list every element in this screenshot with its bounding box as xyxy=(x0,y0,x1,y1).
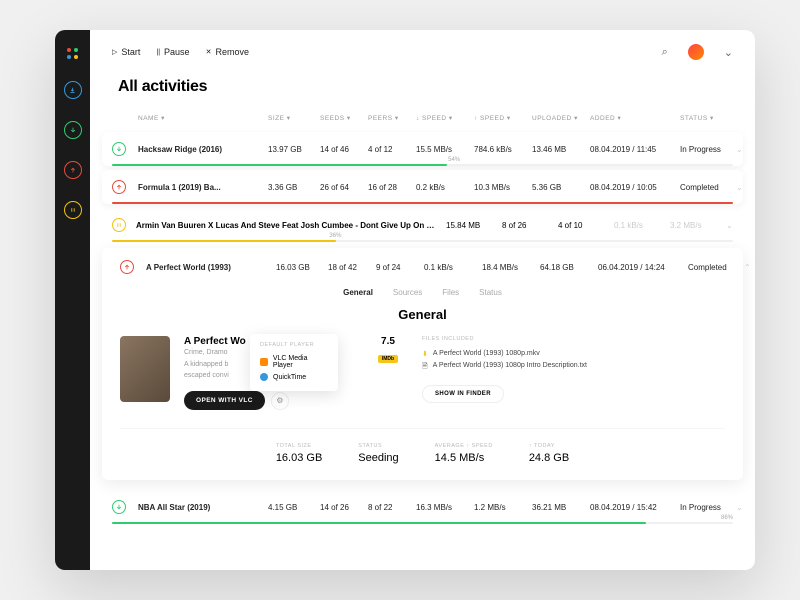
col-peers[interactable]: PEERS ▾ xyxy=(368,114,416,122)
table-row[interactable]: Hacksaw Ridge (2016) 13.97 GB 14 of 46 4… xyxy=(102,132,743,166)
chevron-down-icon[interactable]: ⌄ xyxy=(736,145,748,154)
col-size[interactable]: SIZE ▾ xyxy=(268,114,320,122)
pause-button[interactable]: ||Pause xyxy=(156,47,189,57)
gear-icon[interactable]: ⚙ xyxy=(271,392,289,410)
nav-all-icon[interactable] xyxy=(64,81,82,99)
nav-upload-icon[interactable] xyxy=(64,161,82,179)
detail-heading: General xyxy=(120,307,725,322)
avatar[interactable] xyxy=(688,44,704,60)
text-file-icon: 🗎 xyxy=(422,362,428,373)
nav-pause-icon[interactable] xyxy=(64,201,82,219)
file-item[interactable]: 🗎A Perfect World (1993) 1080p Intro Desc… xyxy=(422,360,725,375)
detail-tabs: General Sources Files Status xyxy=(120,284,725,307)
sidebar xyxy=(55,30,90,570)
col-seeds[interactable]: SEEDS ▾ xyxy=(320,114,368,122)
play-icon: ▷ xyxy=(112,48,117,56)
col-uspeed[interactable]: ↑ SPEED ▾ xyxy=(474,114,532,122)
imdb-badge: IMDb xyxy=(378,355,398,363)
main-content: ▷Start ||Pause ✕Remove ⌕ ⌄ All activitie… xyxy=(90,30,755,570)
stats-row: TOTAL SIZE16.03 GB STATUSSeeding AVERAGE… xyxy=(120,428,725,464)
chevron-down-icon[interactable]: ⌄ xyxy=(736,503,748,512)
upload-icon xyxy=(112,180,126,194)
pause-icon xyxy=(112,218,126,232)
logo xyxy=(67,48,78,59)
upload-icon xyxy=(120,260,134,274)
col-dspeed[interactable]: ↓ SPEED ▾ xyxy=(416,114,474,122)
player-option-quicktime[interactable]: QuickTime xyxy=(260,371,328,383)
quicktime-icon xyxy=(260,373,268,381)
show-in-finder-button[interactable]: SHOW IN FINDER xyxy=(422,385,504,403)
tab-general[interactable]: General xyxy=(343,288,373,297)
col-added[interactable]: ADDED ▾ xyxy=(590,114,680,122)
movie-thumbnail xyxy=(120,336,170,402)
vlc-icon xyxy=(260,358,268,366)
download-icon xyxy=(112,142,126,156)
player-popover: DEFAULT PLAYER VLC Media Player QuickTim… xyxy=(250,334,338,391)
table-row[interactable]: Formula 1 (2019) Ba... 3.36 GB 26 of 64 … xyxy=(102,170,743,204)
open-with-vlc-button[interactable]: OPEN WITH VLC xyxy=(184,391,265,410)
pause-icon: || xyxy=(156,49,160,56)
remove-button[interactable]: ✕Remove xyxy=(206,47,249,57)
table-row[interactable]: Armin Van Buuren X Lucas And Steve Feat … xyxy=(90,208,755,242)
chevron-up-icon[interactable]: ⌃ xyxy=(744,263,755,272)
table-row[interactable]: NBA All Star (2019) 4.15 GB 14 of 26 8 o… xyxy=(90,490,755,524)
search-icon[interactable]: ⌕ xyxy=(662,46,668,59)
col-uploaded[interactable]: UPLOADED ▾ xyxy=(532,114,590,122)
nav-download-icon[interactable] xyxy=(64,121,82,139)
toolbar: ▷Start ||Pause ✕Remove ⌕ ⌄ xyxy=(90,30,755,74)
rating: 7.5 IMDb xyxy=(368,336,408,410)
col-name[interactable]: NAME ▾ xyxy=(138,114,268,122)
start-button[interactable]: ▷Start xyxy=(112,47,140,57)
page-title: All activities xyxy=(90,74,755,108)
tab-sources[interactable]: Sources xyxy=(393,288,422,297)
table-header: NAME ▾ SIZE ▾ SEEDS ▾ PEERS ▾ ↓ SPEED ▾ … xyxy=(90,108,755,128)
chevron-down-icon[interactable]: ⌄ xyxy=(726,221,733,230)
col-status[interactable]: STATUS ▾ xyxy=(680,114,736,122)
close-icon: ✕ xyxy=(206,48,212,56)
chevron-down-icon[interactable]: ⌄ xyxy=(724,46,733,59)
video-file-icon: ⬇ xyxy=(422,350,428,358)
file-item[interactable]: ⬇A Perfect World (1993) 1080p.mkv xyxy=(422,348,725,360)
download-icon xyxy=(112,500,126,514)
detail-panel: A Perfect World (1993) 16.03 GB 18 of 42… xyxy=(102,248,743,480)
player-option-vlc[interactable]: VLC Media Player xyxy=(260,353,328,371)
table-row[interactable]: A Perfect World (1993) 16.03 GB 18 of 42… xyxy=(120,260,725,284)
tab-status[interactable]: Status xyxy=(479,288,502,297)
tab-files[interactable]: Files xyxy=(442,288,459,297)
chevron-down-icon[interactable]: ⌄ xyxy=(736,183,748,192)
